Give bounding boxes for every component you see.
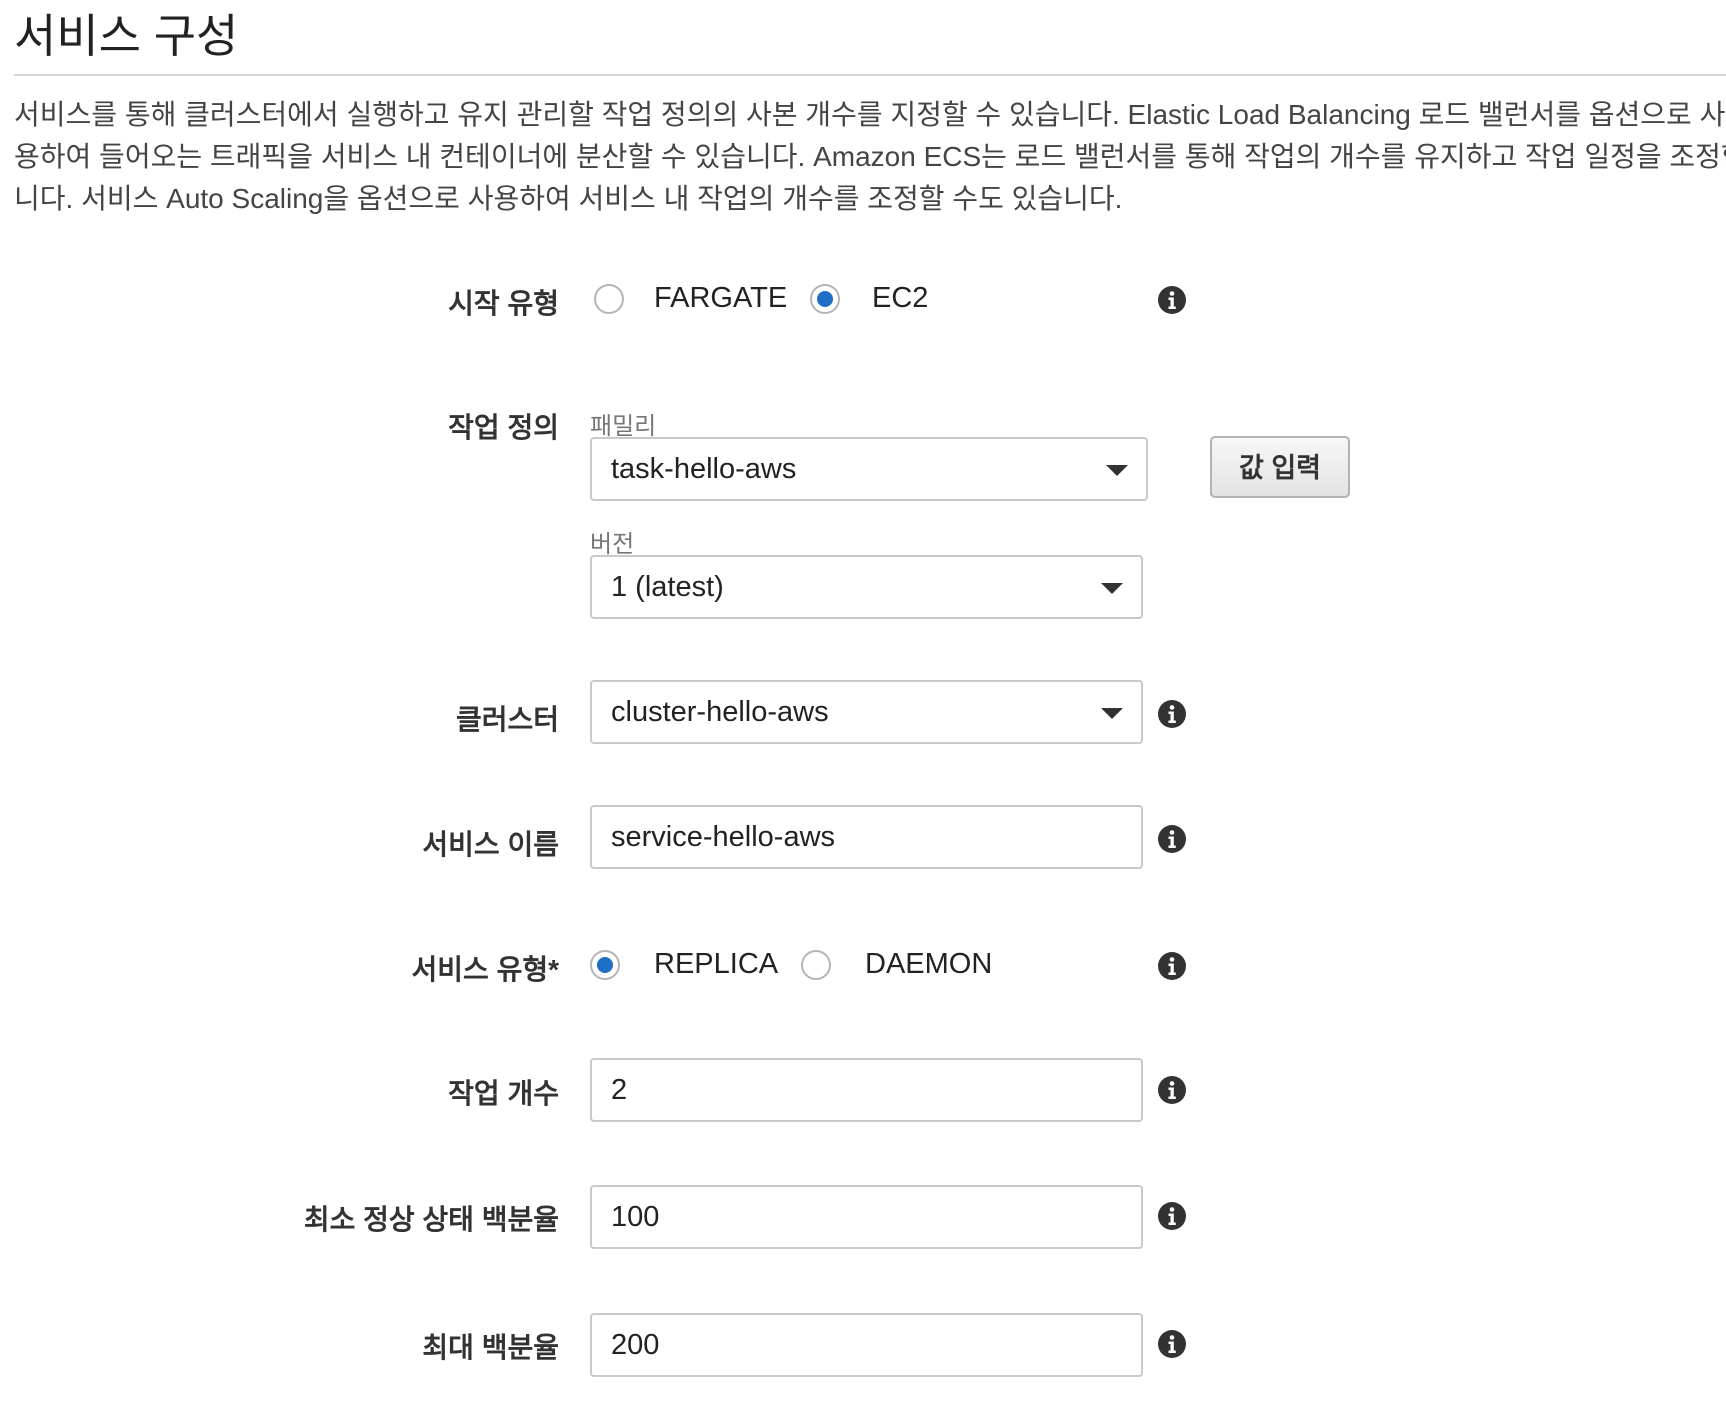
- cluster-select-value: cluster-hello-aws: [611, 696, 829, 728]
- info-icon[interactable]: [1158, 286, 1186, 314]
- family-label: 패밀리: [590, 413, 657, 440]
- max-percent-input[interactable]: 200: [590, 1313, 1143, 1377]
- info-icon[interactable]: [1158, 1330, 1186, 1358]
- max-percent-label: 최대 백분율: [422, 1332, 559, 1363]
- service-type-label: 서비스 유형*: [411, 954, 559, 985]
- info-icon[interactable]: [1158, 1076, 1186, 1104]
- task-definition-label: 작업 정의: [448, 412, 559, 443]
- min-healthy-percent-label: 최소 정상 상태 백분율: [303, 1204, 559, 1235]
- service-type-daemon-radio[interactable]: [801, 950, 831, 980]
- family-select[interactable]: task-hello-aws: [590, 437, 1148, 501]
- family-select-value: task-hello-aws: [611, 453, 797, 485]
- launch-type-fargate-radio[interactable]: [594, 284, 624, 314]
- chevron-down-icon: [1101, 708, 1123, 719]
- revision-select[interactable]: 1 (latest): [590, 555, 1143, 619]
- enter-value-button[interactable]: 값 입력: [1210, 436, 1350, 498]
- service-type-daemon-label[interactable]: DAEMON: [865, 948, 992, 981]
- number-of-tasks-label: 작업 개수: [448, 1078, 559, 1109]
- service-type-replica-label[interactable]: REPLICA: [654, 948, 778, 981]
- description-line-2: 용하여 들어오는 트래픽을 서비스 내 컨테이너에 분산할 수 있습니다. Am…: [14, 141, 1726, 172]
- description-line-1: 서비스를 통해 클러스터에서 실행하고 유지 관리할 작업 정의의 사본 개수를…: [14, 99, 1726, 130]
- section-description: 서비스를 통해 클러스터에서 실행하고 유지 관리할 작업 정의의 사본 개수를…: [14, 94, 1726, 220]
- revision-label: 버전: [590, 531, 635, 558]
- info-icon[interactable]: [1158, 700, 1186, 728]
- description-line-3: 니다. 서비스 Auto Scaling을 옵션으로 사용하여 서비스 내 작업…: [14, 183, 1123, 214]
- chevron-down-icon: [1106, 465, 1128, 476]
- number-of-tasks-input[interactable]: 2: [590, 1058, 1143, 1122]
- service-name-input[interactable]: service-hello-aws: [590, 805, 1143, 869]
- cluster-select[interactable]: cluster-hello-aws: [590, 680, 1143, 744]
- launch-type-ec2-label[interactable]: EC2: [872, 282, 928, 315]
- launch-type-fargate-label[interactable]: FARGATE: [654, 282, 787, 315]
- info-icon[interactable]: [1158, 1202, 1186, 1230]
- title-divider: [14, 74, 1726, 76]
- service-name-label: 서비스 이름: [422, 829, 559, 860]
- chevron-down-icon: [1101, 583, 1123, 594]
- launch-type-label: 시작 유형: [448, 288, 559, 319]
- revision-select-value: 1 (latest): [611, 571, 724, 603]
- info-icon[interactable]: [1158, 825, 1186, 853]
- cluster-label: 클러스터: [455, 704, 559, 735]
- info-icon[interactable]: [1158, 952, 1186, 980]
- page-title: 서비스 구성: [14, 10, 239, 62]
- launch-type-ec2-radio[interactable]: [810, 284, 840, 314]
- service-type-replica-radio[interactable]: [590, 950, 620, 980]
- min-healthy-percent-input[interactable]: 100: [590, 1185, 1143, 1249]
